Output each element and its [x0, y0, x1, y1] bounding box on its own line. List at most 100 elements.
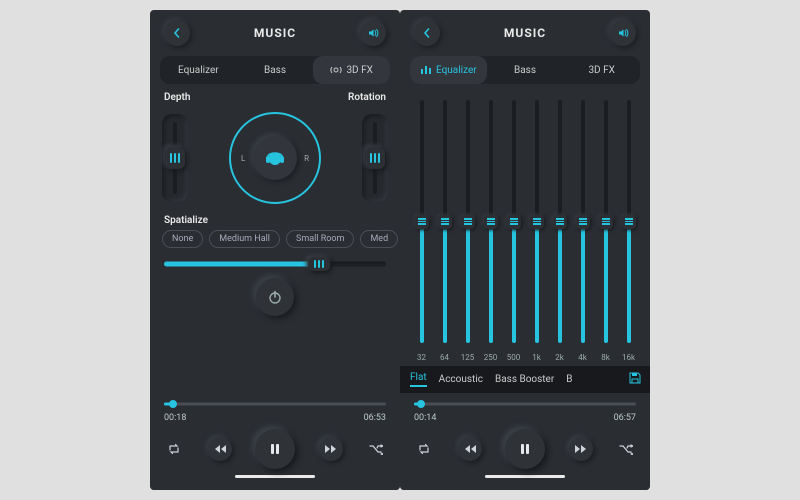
freq-label: 2k	[551, 353, 569, 362]
equalizer-icon	[420, 65, 432, 75]
pause-icon	[268, 442, 282, 456]
tab-3dfx[interactable]: 3D FX	[563, 56, 640, 84]
tab-bass[interactable]: Bass	[487, 56, 564, 84]
page-title: MUSIC	[254, 26, 296, 40]
rewind-icon	[464, 444, 476, 454]
spatialize-option[interactable]: Medium Hall	[209, 230, 280, 248]
chevron-left-icon	[172, 28, 182, 38]
surround-dial[interactable]: L R	[229, 112, 321, 204]
fx-labels: Depth Rotation	[150, 88, 400, 103]
rewind-icon	[214, 444, 226, 454]
head-icon	[262, 145, 288, 171]
shuffle-button[interactable]	[616, 439, 636, 459]
tabs: Equalizer Bass 3D FX	[410, 56, 640, 84]
freq-label: 32	[413, 353, 431, 362]
dial-left-label: L	[241, 154, 245, 163]
eq-band[interactable]	[620, 100, 638, 349]
power-button[interactable]	[256, 278, 294, 316]
power-icon	[267, 289, 283, 305]
surround-icon	[330, 65, 342, 75]
play-pause-button[interactable]	[255, 429, 295, 469]
duration-time: 06:53	[364, 413, 386, 423]
header: MUSIC	[400, 10, 650, 52]
eq-band[interactable]	[413, 100, 431, 349]
phone-equalizer: MUSIC Equalizer Bass 3D FX 32 64 125 250 500…	[400, 10, 650, 490]
spatialize-slider[interactable]	[164, 258, 386, 270]
spatialize-option[interactable]: Med	[360, 230, 398, 248]
tab-equalizer[interactable]: Equalizer	[160, 56, 237, 84]
rewind-button[interactable]	[208, 437, 232, 461]
eq-band[interactable]	[528, 100, 546, 349]
volume-icon	[617, 27, 629, 39]
player: 00:14 06:57	[400, 393, 650, 490]
repeat-button[interactable]	[164, 439, 184, 459]
rewind-button[interactable]	[458, 437, 482, 461]
save-preset-button[interactable]	[628, 371, 642, 388]
tab-equalizer[interactable]: Equalizer	[410, 56, 487, 84]
forward-icon	[575, 444, 587, 454]
eq-band[interactable]	[459, 100, 477, 349]
tab-3dfx[interactable]: 3D FX	[313, 56, 390, 84]
page-title: MUSIC	[504, 26, 546, 40]
elapsed-time: 00:18	[164, 413, 186, 423]
freq-label: 1k	[528, 353, 546, 362]
tabs: Equalizer Bass 3D FX	[160, 56, 390, 84]
fx-controls: L R	[150, 103, 400, 213]
shuffle-icon	[619, 443, 633, 455]
repeat-icon	[417, 443, 431, 455]
volume-button[interactable]	[610, 20, 636, 46]
progress-bar[interactable]	[414, 399, 636, 409]
freq-label: 250	[482, 353, 500, 362]
freq-label: 16k	[620, 353, 638, 362]
preset-item[interactable]: Accoustic	[439, 374, 483, 385]
equalizer-freq-labels: 32 64 125 250 500 1k 2k 4k 8k 16k	[400, 353, 650, 366]
depth-label: Depth	[164, 92, 190, 103]
eq-band[interactable]	[505, 100, 523, 349]
shuffle-icon	[369, 443, 383, 455]
eq-band[interactable]	[551, 100, 569, 349]
repeat-button[interactable]	[414, 439, 434, 459]
freq-label: 125	[459, 353, 477, 362]
tab-bass[interactable]: Bass	[237, 56, 314, 84]
forward-button[interactable]	[319, 437, 343, 461]
eq-band[interactable]	[597, 100, 615, 349]
volume-button[interactable]	[360, 20, 386, 46]
spatialize-option[interactable]: Small Room	[286, 230, 354, 248]
forward-icon	[325, 444, 337, 454]
freq-label: 500	[505, 353, 523, 362]
progress-bar[interactable]	[164, 399, 386, 409]
back-button[interactable]	[414, 20, 440, 46]
freq-label: 64	[436, 353, 454, 362]
phone-3dfx: MUSIC Equalizer Bass 3D FX Depth Rotatio…	[150, 10, 400, 490]
eq-band[interactable]	[574, 100, 592, 349]
volume-icon	[367, 27, 379, 39]
freq-label: 4k	[574, 353, 592, 362]
home-indicator	[485, 475, 565, 478]
rotation-slider[interactable]	[362, 114, 388, 202]
pause-icon	[518, 442, 532, 456]
preset-item[interactable]: Bass Booster	[495, 374, 554, 385]
repeat-icon	[167, 443, 181, 455]
play-pause-button[interactable]	[505, 429, 545, 469]
shuffle-button[interactable]	[366, 439, 386, 459]
forward-button[interactable]	[569, 437, 593, 461]
home-indicator	[235, 475, 315, 478]
freq-label: 8k	[597, 353, 615, 362]
header: MUSIC	[150, 10, 400, 52]
duration-time: 06:57	[614, 413, 636, 423]
depth-slider[interactable]	[162, 114, 188, 202]
chevron-left-icon	[422, 28, 432, 38]
elapsed-time: 00:14	[414, 413, 436, 423]
spatialize-option[interactable]: None	[162, 230, 203, 248]
rotation-label: Rotation	[348, 92, 386, 103]
eq-band[interactable]	[482, 100, 500, 349]
preset-item[interactable]: B	[566, 374, 572, 385]
dial-right-label: R	[304, 154, 309, 163]
eq-band[interactable]	[436, 100, 454, 349]
player: 00:18 06:53	[150, 393, 400, 490]
preset-item[interactable]: Flat	[410, 372, 427, 387]
equalizer-bands	[400, 88, 650, 353]
back-button[interactable]	[164, 20, 190, 46]
eq-presets: Flat Accoustic Bass Booster B	[400, 366, 650, 393]
save-icon	[628, 371, 642, 385]
